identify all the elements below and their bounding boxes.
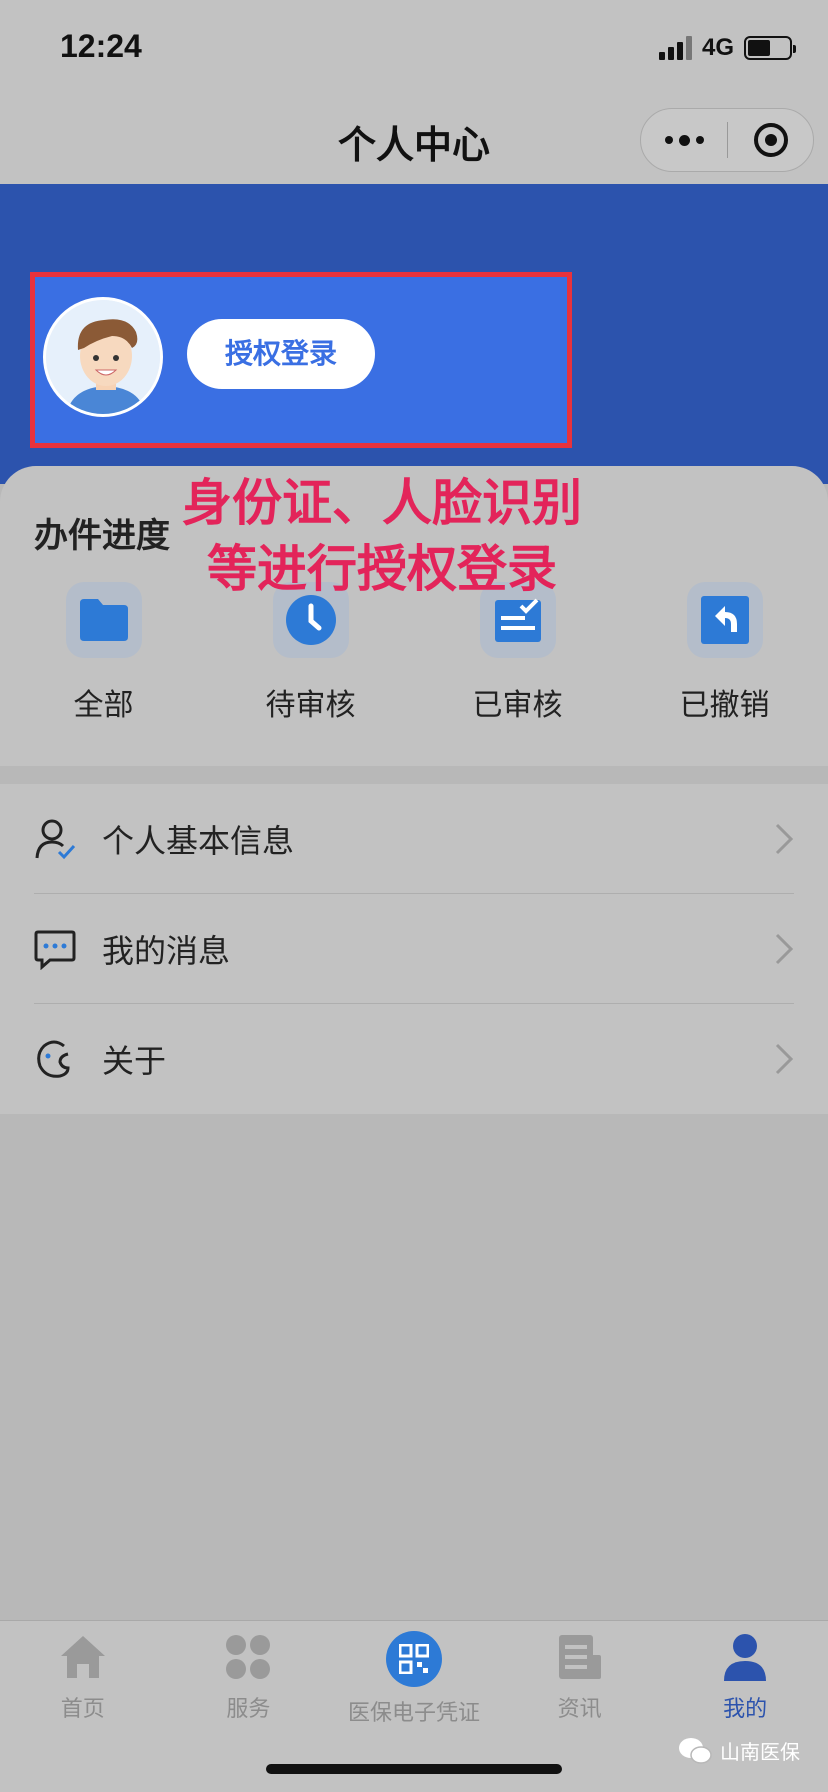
news-icon <box>554 1631 606 1683</box>
signal-icon <box>658 36 692 60</box>
network-label: 4G <box>701 34 734 61</box>
watermark-text: 山南医保 <box>720 1740 800 1764</box>
wechat-icon <box>679 1737 712 1764</box>
nav-bar: 个人中心 <box>0 96 828 184</box>
tab-home[interactable]: 首页 <box>0 1621 166 1727</box>
menu-item-personal-info[interactable]: 个人基本信息 <box>0 784 828 894</box>
user-icon <box>719 1631 771 1683</box>
message-icon <box>34 930 76 970</box>
tabs: 首页 服务 医保电子凭证 资讯 我的 <box>0 1621 828 1727</box>
grid-icon <box>222 1631 274 1683</box>
authorize-login-button[interactable]: 授权登录 <box>187 319 375 389</box>
avatar[interactable] <box>43 297 163 417</box>
battery-icon <box>744 36 796 60</box>
avatar-icon <box>46 300 160 414</box>
tab-mine[interactable]: 我的 <box>662 1621 828 1727</box>
progress-label: 全部 <box>73 688 134 723</box>
undo-arrow-icon <box>686 582 763 658</box>
more-options-button[interactable] <box>641 109 727 171</box>
about-icon <box>37 1040 70 1078</box>
tab-label: 资讯 <box>557 1697 602 1722</box>
status-indicators: 4G <box>658 34 796 62</box>
tab-label: 我的 <box>723 1697 768 1722</box>
progress-label: 已审核 <box>472 688 563 723</box>
menu-item-about[interactable]: 关于 <box>0 1004 828 1114</box>
close-miniprogram-button[interactable] <box>728 109 813 171</box>
status-time: 12:24 <box>60 28 142 64</box>
folder-icon <box>65 582 142 658</box>
menu-label: 我的消息 <box>102 932 231 970</box>
miniprogram-capsule <box>640 108 814 172</box>
tab-label: 医保电子凭证 <box>347 1701 480 1726</box>
status-bar: 12:24 4G <box>0 0 828 96</box>
home-icon <box>57 1631 109 1683</box>
target-icon <box>753 123 788 157</box>
progress-items: 全部 待审核 已审核 已撤销 <box>0 582 828 724</box>
progress-item-reviewed[interactable]: 已审核 <box>414 582 621 724</box>
tab-label: 首页 <box>60 1697 105 1722</box>
menu-list: 个人基本信息 我的消息 关于 <box>0 784 828 1114</box>
annotation-text: 身份证、人脸识别等进行授权登录 <box>182 474 582 598</box>
tab-label: 服务 <box>226 1697 271 1722</box>
progress-label: 待审核 <box>265 688 356 723</box>
chevron-right-icon <box>775 933 794 965</box>
progress-title: 办件进度 <box>34 516 170 556</box>
tab-services[interactable]: 服务 <box>166 1621 332 1727</box>
chevron-right-icon <box>775 823 794 855</box>
chevron-right-icon <box>775 1043 794 1075</box>
menu-label: 关于 <box>102 1042 167 1080</box>
menu-item-messages[interactable]: 我的消息 <box>0 894 828 1004</box>
progress-item-revoked[interactable]: 已撤销 <box>621 582 828 724</box>
login-highlight-box: 授权登录 <box>30 272 572 448</box>
progress-label: 已撤销 <box>679 688 770 723</box>
watermark: 山南医保 <box>678 1736 800 1765</box>
progress-item-all[interactable]: 全部 <box>0 582 207 724</box>
progress-item-pending[interactable]: 待审核 <box>207 582 414 724</box>
user-check-icon <box>35 819 76 860</box>
home-indicator[interactable] <box>266 1764 562 1774</box>
tab-medical-insurance-code[interactable]: 医保电子凭证 <box>331 1621 497 1727</box>
menu-label: 个人基本信息 <box>102 822 295 860</box>
qr-code-icon <box>385 1631 442 1687</box>
tab-news[interactable]: 资讯 <box>497 1621 663 1727</box>
